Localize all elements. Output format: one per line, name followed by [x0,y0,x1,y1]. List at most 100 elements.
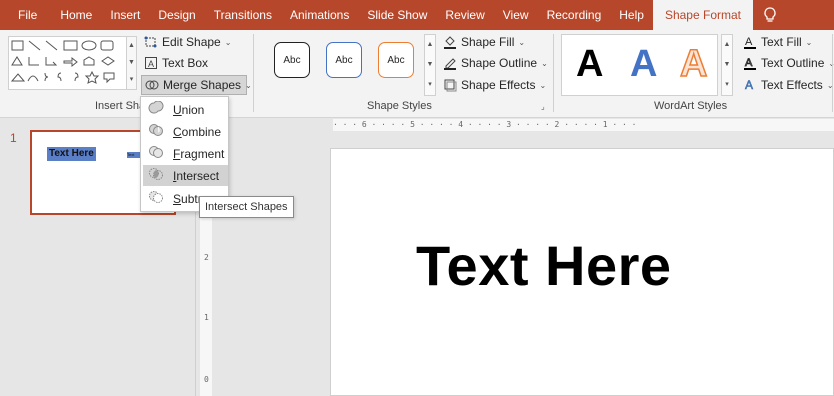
menu-item-label: Combine [173,125,221,139]
shape-style-preset-3[interactable]: Abc [378,42,414,78]
tab-animations[interactable]: Animations [281,0,358,30]
menu-item-combine[interactable]: Combine [143,121,228,142]
merge-shapes-menu: Union Combine Fragment Intersect Subtr [140,96,229,212]
shapes-gallery-scroll[interactable]: ▲ ▼ ▾ [126,37,136,89]
edit-shape-icon [144,35,158,49]
text-box-button[interactable]: A Text Box [141,53,211,73]
menu-item-label: Fragment [173,147,224,161]
combine-icon [148,123,164,140]
shape-thumbnails[interactable] [9,37,127,89]
subtract-icon [148,190,164,207]
group-divider [253,34,254,112]
ribbon-tab-bar: File Home Insert Design Transitions Anim… [0,0,834,30]
tab-shape-format[interactable]: Shape Format [652,0,753,30]
vertical-ruler-tick: 2 [204,253,209,262]
merge-shapes-label: Merge Shapes [163,78,242,92]
shape-style-preset-label: Abc [335,54,353,66]
shape-fill-button[interactable]: Shape Fill ⌄ [440,32,528,52]
wordart-gallery-scroll[interactable]: ▲ ▼ ▾ [721,34,733,96]
menu-accelerator-key: C [173,124,182,139]
intersect-icon [148,167,164,184]
thumbnail-title-text: Text Here [47,147,96,161]
menu-label-rest: ragment [180,146,225,161]
svg-text:A: A [745,78,753,92]
tab-home[interactable]: Home [51,0,101,30]
slide-number: 1 [10,131,17,145]
text-outline-label: Text Outline [761,56,825,70]
shape-style-preset-1[interactable]: Abc [274,42,310,78]
group-divider [553,34,554,112]
fragment-icon [148,145,164,162]
paint-bucket-icon [443,35,457,49]
insert-shapes-group-label: Insert Sha [95,100,146,112]
wordart-preset-blue[interactable]: A [630,43,657,86]
merge-shapes-button[interactable]: Merge Shapes ⌄ [141,75,252,95]
shape-styles-group-label: Shape Styles [367,100,432,112]
tab-review[interactable]: Review [436,0,493,30]
wordart-preset-black[interactable]: A [576,43,603,86]
text-fill-label: Text Fill [761,35,802,49]
text-outline-icon: A [743,56,757,70]
tab-design[interactable]: Design [149,0,204,30]
svg-text:A: A [148,59,154,69]
vertical-ruler-tick: 0 [204,375,209,384]
ribbon: ▲ ▼ ▾ Edit Shape ⌄ A Text Box Merge Shapes… [0,30,834,118]
shapes-gallery[interactable]: ▲ ▼ ▾ [8,36,137,90]
tab-view[interactable]: View [494,0,538,30]
tab-insert[interactable]: Insert [101,0,149,30]
menu-label-rest: ombine [181,124,222,139]
menu-label-rest: nion [181,102,205,117]
chevron-down-icon: ⌄ [805,37,813,47]
slide-title-text[interactable]: Text Here [416,233,672,298]
shape-outline-button[interactable]: Shape Outline ⌄ [440,53,551,73]
vertical-ruler: 3 2 1 0 [200,211,212,396]
horizontal-ruler: · · · 6 · · · · 5 · · · · 4 · · · · 3 · … [333,119,834,131]
merge-shapes-icon [145,78,159,92]
menu-item-union[interactable]: Union [143,99,228,120]
lightbulb-icon[interactable] [753,0,787,30]
menu-label-rest: ntersect [176,168,220,183]
menu-item-label: Intersect [173,169,219,183]
vertical-ruler-tick: 1 [204,313,209,322]
menu-item-fragment[interactable]: Fragment [143,143,228,164]
menu-item-label: Union [173,103,204,117]
dialog-launcher-icon[interactable]: ⌟ [541,102,545,111]
text-box-label: Text Box [162,56,209,70]
menu-item-label: Subtr [173,192,202,206]
shape-style-preset-label: Abc [387,54,405,66]
text-effects-icon: A [743,78,757,92]
shape-style-preset-2[interactable]: Abc [326,42,362,78]
svg-text:A: A [745,57,753,69]
shape-effects-icon [443,78,457,92]
tab-slide-show[interactable]: Slide Show [358,0,436,30]
chevron-down-icon: ⌄ [224,37,232,47]
text-effects-button[interactable]: A Text Effects ⌄ [740,75,834,95]
group-divider [832,34,833,112]
text-outline-button[interactable]: A Text Outline ⌄ [740,53,834,73]
chevron-down-icon: ⌄ [518,37,526,47]
shape-style-preset-label: Abc [283,54,301,66]
shape-fill-label: Shape Fill [461,35,515,49]
edit-shape-label: Edit Shape [162,35,221,49]
slide-canvas[interactable]: Text Here [330,148,834,396]
shape-outline-label: Shape Outline [461,56,538,70]
chevron-down-icon: ⌄ [541,58,548,68]
text-box-icon: A [144,56,158,70]
text-fill-button[interactable]: A Text Fill ⌄ [740,32,815,52]
tab-transitions[interactable]: Transitions [205,0,281,30]
menu-accelerator-key: U [173,102,182,117]
chevron-down-icon: ⌄ [539,80,547,90]
tab-recording[interactable]: Recording [538,0,611,30]
edit-shape-button[interactable]: Edit Shape ⌄ [141,32,234,52]
shape-effects-label: Shape Effects [461,78,536,92]
shape-styles-scroll[interactable]: ▲ ▼ ▾ [424,34,436,96]
svg-text:A: A [745,36,753,48]
text-effects-label: Text Effects [761,78,823,92]
shape-effects-button[interactable]: Shape Effects ⌄ [440,75,549,95]
wordart-gallery[interactable]: A A A [561,34,718,96]
wordart-preset-orange-outline[interactable]: A [679,42,708,86]
menu-accelerator-key: S [173,191,182,206]
tab-help[interactable]: Help [610,0,653,30]
menu-item-intersect[interactable]: Intersect [143,165,228,186]
tab-file[interactable]: File [0,0,51,30]
